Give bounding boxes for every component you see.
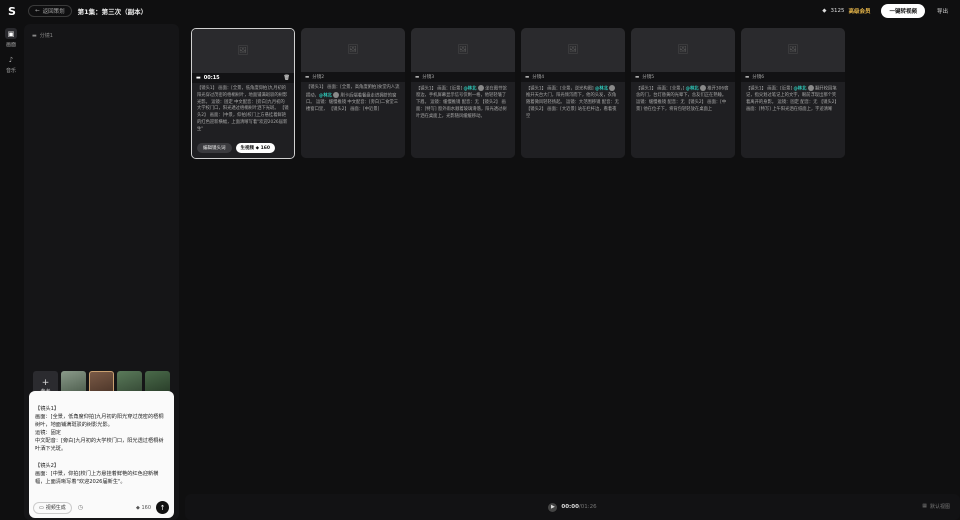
arrow-up-icon: ↑ <box>159 503 166 512</box>
character-mention[interactable]: @林北 <box>319 93 332 98</box>
shot-card[interactable]: 🖼 ▬ 00:15 🗑 【镜头1】 画面：[全景，低角度仰拍]九月初的阳光穿过茂… <box>191 28 295 159</box>
convert-to-video-button[interactable]: 一键转视频 <box>881 4 925 18</box>
arrow-left-icon: ← <box>35 8 40 14</box>
avatar <box>609 85 616 91</box>
clock-icon[interactable]: ◷ <box>78 504 83 511</box>
character-mention[interactable]: @林北 <box>686 87 699 92</box>
prompt-editor[interactable]: 【镜头1】 画面：[全景，低角度仰拍]九月初的阳光穿过茂密的梧桐树叶，地面铺满斑… <box>29 391 174 518</box>
nav-item-music[interactable]: ♪ 音乐 <box>0 54 22 75</box>
shot-description: 【镜头1】 画面：[全景，逆光构图] @林北 推开天台大门，阳光倾泻而下，他的头… <box>526 85 619 119</box>
shot-description: 【镜头1】 画面：[全景，] @林北 推开306宿舍的门，台灯昏黄的光晕下，舍友… <box>636 85 729 112</box>
send-button[interactable]: ↑ <box>156 501 169 514</box>
credits-badge[interactable]: ◆ 3125 高级会员 <box>817 5 875 18</box>
trash-icon[interactable]: 🗑 <box>284 75 290 81</box>
placeholder-image-icon: 🖼 <box>741 28 845 72</box>
back-to-plan-button[interactable]: ← 返回策划 <box>28 5 72 17</box>
export-button[interactable]: 导出 <box>931 4 954 18</box>
film-icon: ▬ <box>305 74 310 80</box>
character-mention[interactable]: @林北 <box>794 87 807 92</box>
camera-icon: ▬ <box>32 32 37 39</box>
grid-icon: ▦ <box>922 503 927 509</box>
top-bar: S ← 返回策划 第1集：第三次（副本） ◆ 3125 高级会员 一键转视频 导… <box>0 0 960 22</box>
placeholder-image-icon: 🖼 <box>411 28 515 72</box>
film-icon: ▬ <box>196 75 201 81</box>
shot-card[interactable]: 🖼 ▬ 分镜5 【镜头1】 画面：[全景，] @林北 推开306宿舍的门，台灯昏… <box>631 28 735 158</box>
film-icon: ▬ <box>525 74 530 80</box>
placeholder-image-icon: 🖼 <box>192 29 294 73</box>
nav-item-image[interactable]: ▣ 画面 <box>0 28 22 48</box>
vip-badge[interactable]: 高级会员 <box>848 7 870 15</box>
placeholder-image-icon: 🖼 <box>521 28 625 72</box>
play-button[interactable]: ▶ <box>548 502 558 512</box>
shot-card[interactable]: 🖼 ▬ 分镜6 【镜头1】 画面：[近景] @林北 翻开校园笔记，指尖划过笔记上… <box>741 28 845 158</box>
playback-bar: ▶ 00:00/01:26 ▦ 默认视图 <box>185 494 960 520</box>
shot-card[interactable]: 🖼 ▬ 分镜4 【镜头1】 画面：[全景，逆光构图] @林北 推开天台大门，阳光… <box>521 28 625 158</box>
segment-header: ▬ 分镜1 <box>32 32 53 40</box>
generation-mode-select[interactable]: ▭ 视频生成 <box>33 501 72 514</box>
shot-editor-panel: ▬ 分镜1 + 参考 林北 校园笔记 大学校门口 校园林荫道 【镜头1】 画面：… <box>24 24 179 520</box>
film-icon: ▬ <box>635 74 640 80</box>
page-title: 第1集：第三次（副本） <box>77 8 148 16</box>
edit-prompt-button[interactable]: 编辑镜头词 <box>197 143 232 153</box>
shot-card[interactable]: 🖼 ▬ 分镜2 【镜头1】 画面：[全景，高角度俯拍]食堂内人流攒动，@林北 刷… <box>301 28 405 158</box>
film-icon: ▬ <box>745 74 750 80</box>
character-mention[interactable]: @林北 <box>595 87 608 92</box>
app-logo[interactable]: S <box>6 5 18 18</box>
character-mention[interactable]: @林北 <box>464 87 477 92</box>
left-nav: ▣ 画面 ♪ 音乐 <box>0 22 22 520</box>
video-icon: ▭ <box>39 504 44 511</box>
prompt-text[interactable]: 【镜头1】 画面：[全景，低角度仰拍]九月初的阳光穿过茂密的梧桐树叶，地面铺满斑… <box>35 405 168 486</box>
placeholder-image-icon: 🖼 <box>301 28 405 72</box>
cost-label: ◆ 160 <box>136 504 151 511</box>
play-icon: ▶ <box>550 504 555 510</box>
playback-time: 00:00/01:26 <box>561 504 597 510</box>
music-icon: ♪ <box>8 55 14 64</box>
diamond-icon: ◆ <box>822 8 827 14</box>
storyboard: 🖼 ▬ 00:15 🗑 【镜头1】 画面：[全景，低角度仰拍]九月初的阳光穿过茂… <box>185 24 960 492</box>
shot-description: 【镜头1】 画面：[近景] @林北 坐在图书馆窗边，手机屏幕显示信号仅剩一格，他… <box>416 85 507 119</box>
film-icon: ▬ <box>415 74 420 80</box>
shot-card[interactable]: 🖼 ▬ 分镜3 【镜头1】 画面：[近景] @林北 坐在图书馆窗边，手机屏幕显示… <box>411 28 515 158</box>
shot-description: 【镜头1】 画面：[近景] @林北 翻开校园笔记，指尖划过笔记上的文字，眼前浮现… <box>746 85 839 112</box>
shot-description: 【镜头1】 画面：[全景，高角度俯拍]食堂内人流攒动，@林北 刷卡后端着餐盘走进… <box>306 85 400 112</box>
placeholder-image-icon: 🖼 <box>631 28 735 72</box>
image-icon: ▣ <box>5 28 17 39</box>
generate-video-button[interactable]: 生视频 ◆ 160 <box>235 143 275 153</box>
plus-icon: + <box>41 378 50 388</box>
view-mode-toggle[interactable]: ▦ 默认视图 <box>922 503 950 510</box>
